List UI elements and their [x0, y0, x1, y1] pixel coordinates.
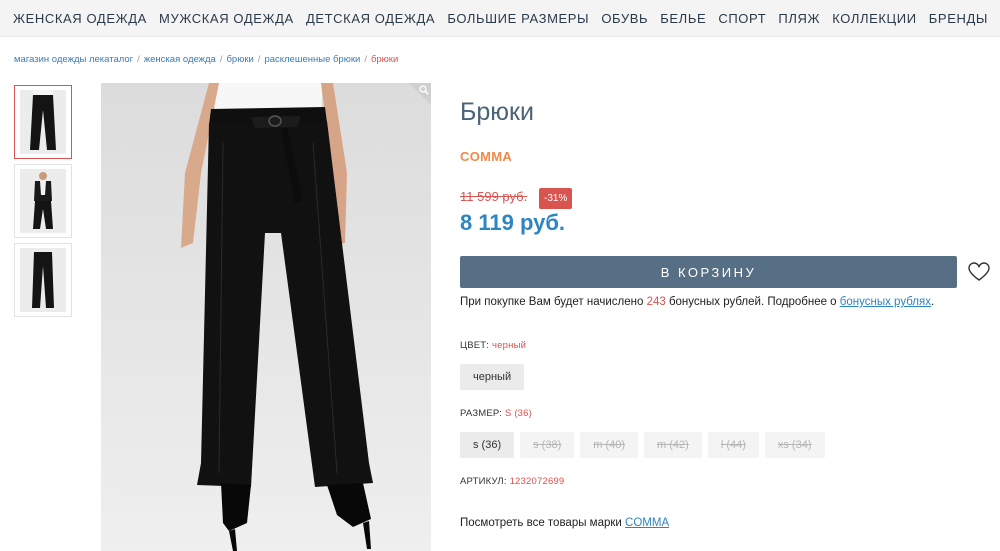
article-value: 1232072699	[509, 476, 565, 487]
breadcrumb: магазин одежды лекаталог / женская одежда /…	[14, 54, 398, 65]
product-main-image[interactable]	[101, 83, 431, 551]
size-label: РАЗМЕР: S (36)	[460, 408, 532, 419]
product-title: Брюки	[460, 98, 534, 126]
bonus-text-after: .	[930, 296, 935, 308]
thumbnail-image-full-look	[20, 169, 66, 233]
nav-item-lingerie[interactable]: БЕЛЬЕ	[660, 11, 706, 26]
article-info: АРТИКУЛ: 1232072699	[460, 476, 564, 487]
breadcrumb-separator: /	[257, 54, 261, 65]
color-label: ЦВЕТ: черный	[460, 340, 526, 351]
thumbnail-1[interactable]	[14, 85, 72, 159]
product-photo-trousers	[181, 83, 373, 551]
nav-item-plus-size[interactable]: БОЛЬШИЕ РАЗМЕРЫ	[447, 11, 589, 26]
breadcrumb-separator: /	[137, 54, 140, 65]
bonus-info: При покупке Вам будет начислено 243 бону…	[460, 296, 934, 308]
top-navigation: ЖЕНСКАЯ ОДЕЖДА МУЖСКАЯ ОДЕЖДА ДЕТСКАЯ ОД…	[0, 0, 1000, 37]
thumbnail-image-flat-lay	[20, 248, 66, 312]
thumbnail-2[interactable]	[14, 164, 72, 238]
size-option-m40[interactable]: m (40)	[580, 432, 639, 458]
bonus-text-before: При покупке Вам будет начислено	[460, 296, 647, 308]
thumbnail-3[interactable]	[14, 243, 72, 317]
thumbnail-image-trousers-front	[20, 90, 66, 154]
size-option-l44[interactable]: l (44)	[707, 432, 759, 458]
nav-item-beach[interactable]: ПЛЯЖ	[778, 11, 820, 26]
current-price: 8 119 руб.	[460, 210, 566, 235]
breadcrumb-separator: /	[219, 54, 223, 65]
size-label-text: РАЗМЕР:	[460, 408, 503, 419]
nav-item-kids[interactable]: ДЕТСКАЯ ОДЕЖДА	[306, 11, 435, 26]
article-label-text: АРТИКУЛ:	[460, 476, 507, 487]
breadcrumb-item-home[interactable]: магазин одежды лекаталог	[14, 54, 133, 65]
bonus-amount: 243	[646, 296, 666, 308]
color-option-black[interactable]: черный	[460, 364, 525, 390]
size-options: s (36) s (38) m (40) m (42) l (44) xs (3…	[460, 432, 825, 458]
brand-link[interactable]: COMMA	[625, 517, 669, 529]
color-selected-value: черный	[492, 340, 527, 351]
heart-icon[interactable]	[968, 262, 990, 287]
size-option-m42[interactable]: m (42)	[644, 432, 702, 458]
product-brand[interactable]: COMMA	[460, 149, 512, 164]
nav-item-collections[interactable]: КОЛЛЕКЦИИ	[832, 11, 916, 26]
add-to-cart-button[interactable]: В КОРЗИНУ	[460, 256, 957, 288]
breadcrumb-separator: /	[364, 54, 367, 65]
see-all-text: Посмотреть все товары марки	[460, 517, 626, 529]
color-label-text: ЦВЕТ:	[460, 340, 490, 351]
nav-item-men[interactable]: МУЖСКАЯ ОДЕЖДА	[159, 11, 294, 26]
nav-item-sport[interactable]: СПОРТ	[718, 11, 766, 26]
size-selected-value: S (36)	[504, 408, 533, 419]
old-price: 11 599 руб.	[460, 189, 528, 204]
nav-item-brands[interactable]: БРЕНДЫ	[929, 11, 988, 26]
thumbnail-gallery	[14, 85, 72, 322]
breadcrumb-item-flared[interactable]: расклешенные брюки	[264, 54, 360, 65]
size-option-xs34[interactable]: xs (34)	[764, 432, 825, 458]
size-option-s36[interactable]: s (36)	[460, 432, 515, 458]
bonus-info-link[interactable]: бонусных рублях	[840, 296, 931, 308]
size-option-s38[interactable]: s (38)	[520, 432, 575, 458]
breadcrumb-item-women[interactable]: женская одежда	[144, 54, 216, 65]
nav-item-shoes[interactable]: ОБУВЬ	[601, 11, 648, 26]
nav-item-women[interactable]: ЖЕНСКАЯ ОДЕЖДА	[13, 11, 147, 26]
breadcrumb-item-trousers[interactable]: брюки	[226, 54, 253, 65]
bonus-text-middle: бонусных рублей. Подробнее о	[665, 296, 840, 308]
see-all-brand: Посмотреть все товары марки COMMA	[460, 517, 669, 529]
discount-badge: -31%	[539, 188, 573, 209]
breadcrumb-current: брюки	[370, 54, 399, 65]
